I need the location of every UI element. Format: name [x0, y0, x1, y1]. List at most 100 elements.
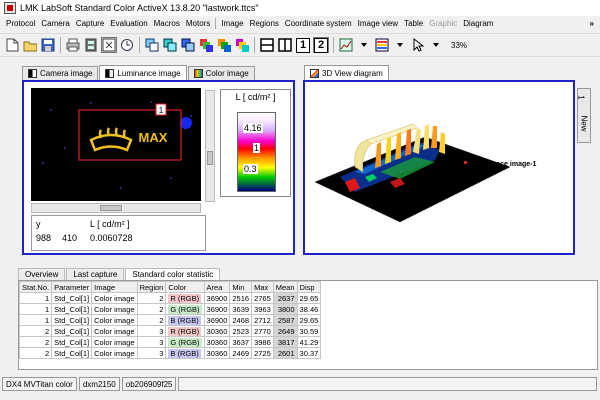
- col-stat-no[interactable]: Stat.No.: [19, 281, 53, 293]
- region-rgb-icon[interactable]: [198, 37, 214, 53]
- window-title: LMK LabSoft Standard Color ActiveX 13.8.…: [20, 3, 259, 13]
- menu-regions[interactable]: Regions: [247, 19, 282, 28]
- menu-bar: Protocol Camera Capture Evaluation Macro…: [0, 16, 600, 31]
- table-row[interactable]: 1 Std_Col[1] Color image 2 B (RGB) 36900 2468 2…: [19, 314, 322, 326]
- tab-overview[interactable]: Overview: [18, 268, 66, 280]
- col-disp[interactable]: Disp: [296, 281, 322, 293]
- luminance-image-canvas: 1 MAX: [42, 101, 192, 189]
- region-set-icon[interactable]: [234, 37, 250, 53]
- col-mean[interactable]: Mean: [272, 281, 298, 293]
- cell-area: 30360: [203, 347, 231, 359]
- open-folder-icon[interactable]: [22, 37, 38, 53]
- tab-camera-image[interactable]: Camera image: [22, 66, 99, 80]
- cell-color: B (RGB): [165, 314, 205, 326]
- dropdown-arrow-icon[interactable]: [428, 37, 444, 53]
- pixel-readout: y L [ cd/m² ] 988 410 0.0060728: [31, 215, 206, 251]
- tab-luminance-image[interactable]: Luminance image: [99, 65, 187, 80]
- image-horizontal-scrollbar[interactable]: [31, 203, 201, 213]
- menu-diagram[interactable]: Diagram: [460, 19, 496, 28]
- col-area[interactable]: Area: [203, 281, 231, 293]
- menu-macros[interactable]: Macros: [151, 19, 183, 28]
- menu-camera[interactable]: Camera: [38, 19, 72, 28]
- save-icon[interactable]: [40, 37, 56, 53]
- col-image[interactable]: Image: [91, 281, 138, 293]
- capture-grid-icon[interactable]: [101, 37, 117, 53]
- cell-parameter: Std_Col[1]: [51, 292, 93, 304]
- cell-parameter: Std_Col[1]: [51, 314, 93, 326]
- view-1-button[interactable]: 1: [295, 37, 311, 53]
- view-2-button[interactable]: 2: [313, 37, 329, 53]
- region-copy-icon[interactable]: [144, 37, 160, 53]
- camera-settings-icon[interactable]: [83, 37, 99, 53]
- legend-min-value: 0.3: [243, 164, 258, 174]
- col-min[interactable]: Min: [229, 281, 253, 293]
- table-row[interactable]: 2 Std_Col[1] Color image 3 G (RGB) 30360 3637 3…: [19, 336, 322, 348]
- image-chart-icon[interactable]: [338, 37, 354, 53]
- diagram-side-tab[interactable]: 1 New: [577, 88, 591, 143]
- series-legend-marker: [464, 161, 467, 164]
- col-parameter[interactable]: Parameter: [51, 281, 93, 293]
- split-horizontal-icon[interactable]: [259, 37, 275, 53]
- cell-parameter: Std_Col[1]: [51, 325, 93, 337]
- menu-table[interactable]: Table: [401, 19, 426, 28]
- cell-area: 30360: [203, 325, 231, 337]
- region-blue-icon[interactable]: [180, 37, 196, 53]
- menu-protocol[interactable]: Protocol: [3, 19, 38, 28]
- cell-min: 3639: [229, 303, 253, 315]
- tab-last-capture[interactable]: Last capture: [66, 268, 125, 280]
- 3d-view-panel: Luminance image-1: [303, 80, 575, 255]
- menu-coordinate-system[interactable]: Coordinate system: [282, 19, 355, 28]
- menu-image[interactable]: Image: [218, 19, 246, 28]
- menu-graphic[interactable]: Graphic: [426, 19, 460, 28]
- table-row[interactable]: 2 Std_Col[1] Color image 3 R (RGB) 30360 2523 2…: [19, 325, 322, 337]
- cell-disp: 29.65: [296, 292, 322, 304]
- tab-color-image[interactable]: Color image: [187, 66, 255, 80]
- col-color[interactable]: Color: [165, 281, 205, 293]
- split-vertical-icon[interactable]: [277, 37, 293, 53]
- dropdown-arrow-icon[interactable]: [392, 37, 408, 53]
- print-icon[interactable]: [65, 37, 81, 53]
- scrollbar-thumb[interactable]: [207, 151, 213, 165]
- status-camera: DX4 MVTitan color: [2, 377, 77, 391]
- dropdown-arrow-icon[interactable]: [356, 37, 372, 53]
- tab-3d-view-diagram[interactable]: 3D View diagram: [304, 65, 389, 80]
- false-color-icon[interactable]: [374, 37, 390, 53]
- cell-region: 3: [136, 347, 167, 359]
- image-vertical-scrollbar[interactable]: [205, 90, 215, 202]
- menu-overflow-chevron-icon[interactable]: »: [590, 19, 594, 28]
- clock-icon[interactable]: [119, 37, 135, 53]
- table-row[interactable]: 1 Std_Col[1] Color image 2 R (RGB) 36900 2516 2…: [19, 292, 322, 304]
- menu-motors[interactable]: Motors: [183, 19, 213, 28]
- cell-color: G (RGB): [165, 303, 205, 315]
- left-tab-strip: Camera image Luminance image Color image: [22, 65, 256, 80]
- region-cyan-icon[interactable]: [162, 37, 178, 53]
- scrollbar-thumb[interactable]: [100, 205, 122, 211]
- cell-mean: 2601: [272, 347, 298, 359]
- 3d-surface-plot[interactable]: Luminance image-1: [305, 82, 573, 253]
- col-region[interactable]: Region: [136, 281, 167, 293]
- table-row[interactable]: 1 Std_Col[1] Color image 2 G (RGB) 36900 3639 3…: [19, 303, 322, 315]
- new-file-icon[interactable]: [4, 37, 20, 53]
- readout-l-header: L [ cd/m² ]: [90, 219, 130, 229]
- col-max[interactable]: Max: [251, 281, 274, 293]
- table-row[interactable]: 2 Std_Col[1] Color image 3 B (RGB) 30360 2469 2…: [19, 347, 322, 359]
- app-logo-icon: [4, 2, 16, 14]
- menu-image-view[interactable]: Image view: [355, 19, 401, 28]
- cell-parameter: Std_Col[1]: [51, 303, 93, 315]
- cell-image: Color image: [91, 325, 138, 337]
- cell-region: 2: [136, 303, 167, 315]
- menu-evaluation[interactable]: Evaluation: [107, 19, 150, 28]
- toolbar-separator: [60, 37, 61, 53]
- menu-capture[interactable]: Capture: [73, 19, 107, 28]
- cell-max: 2712: [251, 314, 274, 326]
- luminance-image-view[interactable]: 1 MAX: [31, 88, 201, 201]
- right-tab-strip: 3D View diagram: [304, 65, 390, 80]
- region-multi-icon[interactable]: [216, 37, 232, 53]
- cell-stat-no: 1: [19, 314, 53, 326]
- cell-max: 3986: [251, 336, 274, 348]
- side-tab-number: 1: [576, 95, 586, 100]
- bottom-tab-strip: Overview Last capture Standard color sta…: [18, 268, 221, 280]
- tab-standard-color-statistic[interactable]: Standard color statistic: [125, 268, 221, 280]
- pointer-cursor-icon[interactable]: [410, 37, 426, 53]
- 3d-diagram-icon: [310, 68, 319, 78]
